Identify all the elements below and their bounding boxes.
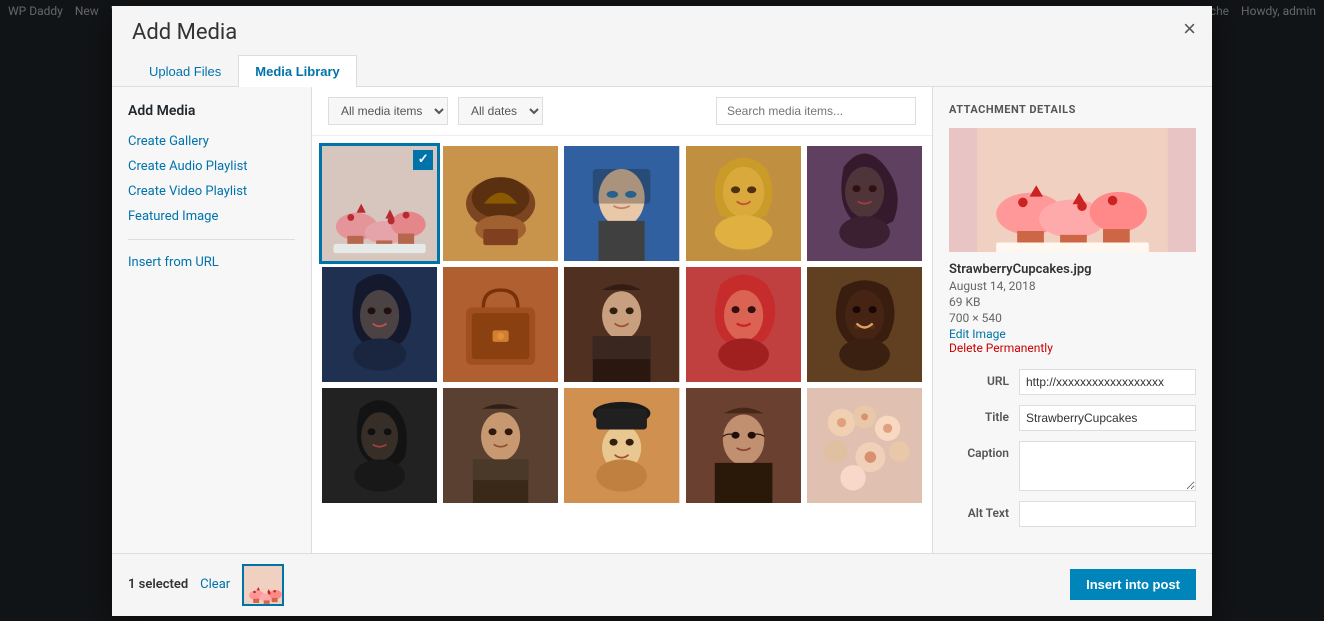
- modal-header: Add Media Upload Files Media Library ×: [112, 6, 1212, 87]
- media-area: All media items All dates: [312, 87, 932, 553]
- media-item[interactable]: [807, 388, 922, 503]
- tab-upload[interactable]: Upload Files: [132, 55, 238, 87]
- media-item[interactable]: [564, 388, 679, 503]
- modal-overlay: Add Media Upload Files Media Library × A…: [0, 0, 1324, 621]
- edit-image-link[interactable]: Edit Image: [949, 327, 1196, 341]
- tab-media-library[interactable]: Media Library: [238, 55, 357, 87]
- modal-title: Add Media: [132, 20, 357, 45]
- modal-footer: 1 selected Clear: [112, 553, 1212, 616]
- alt-input[interactable]: [1019, 501, 1196, 527]
- caption-label: Caption: [949, 441, 1019, 460]
- attachment-details-title: ATTACHMENT DETAILS: [949, 103, 1196, 116]
- attachment-dimensions: 700 × 540: [949, 311, 1196, 325]
- media-item[interactable]: [686, 388, 801, 503]
- media-toolbar: All media items All dates: [312, 87, 932, 136]
- modal-tabs: Upload Files Media Library: [132, 55, 357, 86]
- sidebar: Add Media Create Gallery Create Audio Pl…: [112, 87, 312, 553]
- sidebar-item-insert-from-url[interactable]: Insert from URL: [112, 250, 311, 275]
- media-item[interactable]: [564, 146, 679, 261]
- sidebar-divider: [128, 239, 295, 240]
- media-grid-wrap[interactable]: [312, 136, 932, 553]
- media-item[interactable]: [322, 388, 437, 503]
- media-item[interactable]: [807, 146, 922, 261]
- attachment-filesize: 69 KB: [949, 295, 1196, 309]
- media-item[interactable]: [443, 267, 558, 382]
- attachment-date: August 14, 2018: [949, 279, 1196, 293]
- media-item[interactable]: [807, 267, 922, 382]
- attachment-fields: URL Title Caption Alt Text: [949, 369, 1196, 537]
- selected-preview-thumb: [242, 564, 284, 606]
- selected-checkmark: [413, 150, 433, 170]
- title-field-row: Title: [949, 405, 1196, 431]
- attachment-thumbnail: [949, 128, 1196, 252]
- media-item[interactable]: [564, 267, 679, 382]
- media-item[interactable]: [443, 146, 558, 261]
- sidebar-title: Add Media: [112, 103, 311, 129]
- media-item[interactable]: [322, 146, 437, 261]
- modal-close-button[interactable]: ×: [1183, 18, 1196, 40]
- caption-field-row: Caption: [949, 441, 1196, 491]
- url-field-row: URL: [949, 369, 1196, 395]
- modal-body: Add Media Create Gallery Create Audio Pl…: [112, 87, 1212, 553]
- title-input[interactable]: [1019, 405, 1196, 431]
- sidebar-item-create-gallery[interactable]: Create Gallery: [112, 129, 311, 154]
- filter-dates[interactable]: All dates: [458, 97, 543, 125]
- search-input[interactable]: [716, 97, 916, 125]
- filter-media-type[interactable]: All media items: [328, 97, 448, 125]
- clear-selection-link[interactable]: Clear: [200, 577, 230, 592]
- media-item[interactable]: [443, 388, 558, 503]
- media-item[interactable]: [322, 267, 437, 382]
- alt-label: Alt Text: [949, 501, 1019, 520]
- sidebar-item-featured-image[interactable]: Featured Image: [112, 204, 311, 229]
- media-item[interactable]: [686, 146, 801, 261]
- sidebar-item-create-video-playlist[interactable]: Create Video Playlist: [112, 179, 311, 204]
- delete-permanently-link[interactable]: Delete Permanently: [949, 341, 1196, 355]
- alt-field-row: Alt Text: [949, 501, 1196, 527]
- title-label: Title: [949, 405, 1019, 424]
- url-input[interactable]: [1019, 369, 1196, 395]
- url-label: URL: [949, 369, 1019, 388]
- caption-textarea[interactable]: [1019, 441, 1196, 491]
- add-media-modal: Add Media Upload Files Media Library × A…: [112, 6, 1212, 616]
- attachment-filename: StrawberryCupcakes.jpg: [949, 262, 1196, 277]
- media-grid: [322, 146, 922, 504]
- insert-into-post-button[interactable]: Insert into post: [1070, 569, 1196, 600]
- attachment-panel: ATTACHMENT DETAILS: [932, 87, 1212, 553]
- media-item[interactable]: [686, 267, 801, 382]
- sidebar-item-create-audio-playlist[interactable]: Create Audio Playlist: [112, 154, 311, 179]
- selected-count: 1 selected: [128, 577, 188, 592]
